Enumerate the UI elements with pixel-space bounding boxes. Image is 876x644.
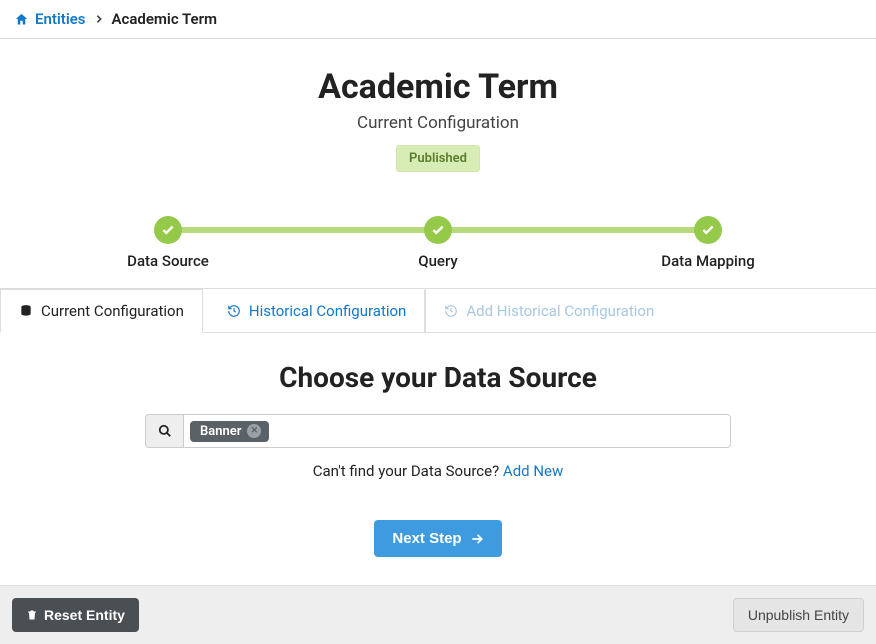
step-label: Data Mapping — [658, 252, 758, 270]
check-icon — [424, 216, 452, 244]
data-source-search[interactable]: Banner ✕ — [145, 414, 731, 448]
add-new-link[interactable]: Add New — [503, 462, 563, 480]
step-data-mapping[interactable]: Data Mapping — [658, 216, 758, 270]
button-label: Reset Entity — [44, 607, 125, 623]
page-title: Academic Term — [0, 67, 876, 107]
tab-add-historical-config: Add Historical Configuration — [425, 289, 673, 332]
trash-icon — [26, 609, 38, 621]
section-title: Choose your Data Source — [0, 361, 876, 394]
breadcrumb-current: Academic Term — [112, 10, 218, 28]
tab-current-config[interactable]: Current Configuration — [0, 289, 203, 333]
history-icon — [227, 304, 241, 318]
tab-label: Historical Configuration — [249, 302, 406, 320]
chip-label: Banner — [200, 424, 241, 439]
tab-label: Current Configuration — [41, 302, 184, 320]
step-data-source[interactable]: Data Source — [118, 216, 218, 270]
breadcrumb: Entities Academic Term — [0, 0, 876, 39]
selected-chips[interactable]: Banner ✕ — [184, 415, 730, 447]
progress-stepper: Data Source Query Data Mapping — [118, 216, 758, 270]
next-step-button[interactable]: Next Step — [374, 520, 501, 557]
home-icon[interactable] — [14, 12, 29, 27]
arrow-right-icon — [470, 532, 484, 546]
chip-banner[interactable]: Banner ✕ — [190, 421, 269, 442]
unpublish-entity-button[interactable]: Unpublish Entity — [733, 598, 864, 632]
check-icon — [154, 216, 182, 244]
add-source-hint: Can't find your Data Source? Add New — [145, 462, 731, 480]
status-badge: Published — [396, 145, 480, 172]
button-label: Unpublish Entity — [748, 607, 849, 623]
config-tabs: Current Configuration Historical Configu… — [0, 288, 876, 333]
page-subtitle: Current Configuration — [0, 113, 876, 133]
search-icon[interactable] — [146, 415, 184, 447]
page-header: Academic Term Current Configuration Publ… — [0, 39, 876, 190]
tab-label: Add Historical Configuration — [466, 302, 654, 320]
history-icon — [444, 304, 458, 318]
step-label: Query — [388, 252, 488, 270]
tab-historical-config[interactable]: Historical Configuration — [209, 289, 425, 332]
footer-bar: Reset Entity Unpublish Entity — [0, 585, 876, 644]
database-icon — [19, 304, 33, 318]
hint-text: Can't find your Data Source? — [313, 462, 503, 480]
breadcrumb-link-entities[interactable]: Entities — [35, 10, 86, 28]
step-query[interactable]: Query — [388, 216, 488, 270]
chevron-right-icon — [94, 14, 104, 24]
close-icon[interactable]: ✕ — [247, 424, 261, 438]
check-icon — [694, 216, 722, 244]
button-label: Next Step — [392, 530, 461, 547]
reset-entity-button[interactable]: Reset Entity — [12, 598, 139, 632]
step-label: Data Source — [118, 252, 218, 270]
